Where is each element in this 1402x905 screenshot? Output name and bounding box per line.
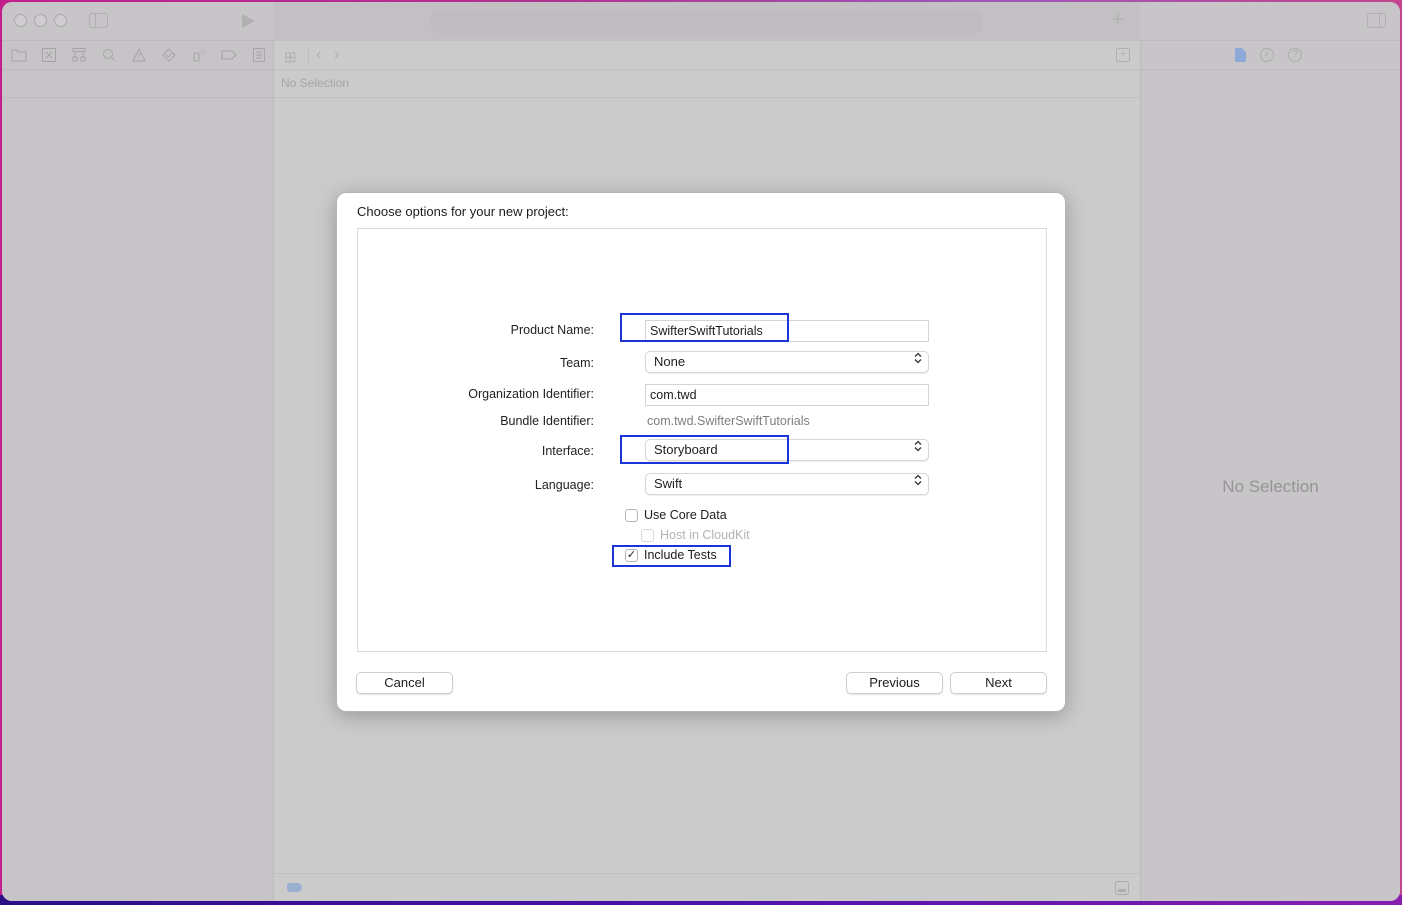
interface-value: Storyboard bbox=[654, 442, 718, 457]
breakpoint-tag-icon[interactable] bbox=[220, 46, 238, 64]
folder-icon[interactable] bbox=[10, 46, 28, 64]
library-plus-icon[interactable]: + bbox=[1112, 10, 1124, 30]
forward-chevron-icon[interactable]: › bbox=[334, 46, 339, 64]
team-value: None bbox=[654, 354, 686, 369]
interface-label: Interface: bbox=[541, 444, 594, 458]
back-chevron-icon[interactable]: ‹ bbox=[316, 46, 321, 64]
cancel-button[interactable]: Cancel bbox=[356, 672, 453, 694]
source-control-icon[interactable] bbox=[40, 46, 58, 64]
team-popup[interactable]: None bbox=[645, 351, 929, 373]
include-tests-option[interactable]: ✓ Include Tests bbox=[625, 548, 717, 562]
add-editor-icon[interactable]: + bbox=[1116, 48, 1130, 62]
navigator-header bbox=[2, 70, 273, 98]
navigator-pane bbox=[2, 41, 274, 901]
chevron-updown-icon bbox=[914, 440, 922, 460]
checkmark-icon: ✓ bbox=[626, 548, 637, 561]
language-label: Language: bbox=[534, 478, 594, 492]
include-tests-label: Include Tests bbox=[644, 548, 717, 562]
run-icon[interactable] bbox=[242, 14, 255, 28]
warning-icon[interactable] bbox=[130, 46, 148, 64]
toolbar: + bbox=[2, 2, 1400, 41]
include-tests-checkbox[interactable]: ✓ bbox=[625, 548, 638, 562]
activity-view bbox=[431, 11, 983, 33]
team-label: Team: bbox=[559, 356, 594, 370]
divider bbox=[308, 48, 309, 64]
chevron-updown-icon bbox=[914, 352, 922, 372]
search-icon[interactable] bbox=[100, 46, 118, 64]
interface-popup[interactable]: Storyboard bbox=[645, 439, 929, 461]
product-name-field[interactable]: SwifterSwiftTutorials bbox=[645, 320, 929, 342]
bundle-identifier-value: com.twd.SwifterSwiftTutorials bbox=[647, 414, 810, 428]
inspector-toggle-icon[interactable] bbox=[1367, 13, 1386, 28]
bundle-identifier-label: Bundle Identifier: bbox=[500, 414, 594, 428]
zoom-window-button[interactable] bbox=[54, 14, 67, 27]
use-core-data-option[interactable]: Use Core Data bbox=[625, 508, 727, 522]
debug-bar bbox=[274, 873, 1140, 901]
no-selection-label: No Selection bbox=[1222, 477, 1319, 496]
product-name-label: Product Name: bbox=[510, 323, 594, 337]
use-core-data-label: Use Core Data bbox=[644, 508, 727, 522]
options-panel: Product Name: SwifterSwiftTutorials Team… bbox=[357, 228, 1047, 652]
new-project-options-dialog: Choose options for your new project: Pro… bbox=[336, 192, 1066, 712]
breakpoints-toggle-icon[interactable] bbox=[287, 883, 302, 892]
navigator-selector-bar bbox=[2, 41, 273, 70]
navigator-toggle-icon[interactable] bbox=[89, 13, 108, 28]
language-value: Swift bbox=[654, 476, 683, 491]
chevron-updown-icon bbox=[914, 474, 922, 494]
debug-area-toggle-icon[interactable] bbox=[1115, 881, 1129, 895]
history-inspector-icon[interactable] bbox=[1260, 48, 1274, 62]
dialog-title: Choose options for your new project: bbox=[357, 204, 569, 219]
next-button[interactable]: Next bbox=[950, 672, 1047, 694]
file-inspector-icon[interactable] bbox=[1235, 48, 1246, 62]
report-list-icon[interactable] bbox=[250, 46, 268, 64]
org-identifier-label: Organization Identifier: bbox=[468, 387, 594, 401]
language-popup[interactable]: Swift bbox=[645, 473, 929, 495]
org-identifier-field[interactable]: com.twd bbox=[645, 384, 929, 406]
close-window-button[interactable] bbox=[14, 14, 27, 27]
test-diamond-icon[interactable] bbox=[160, 46, 178, 64]
host-in-cloudkit-checkbox bbox=[641, 528, 654, 542]
hierarchy-icon[interactable] bbox=[70, 46, 88, 64]
debug-spray-icon[interactable] bbox=[190, 46, 208, 64]
quick-help-icon[interactable]: ? bbox=[1288, 48, 1302, 62]
related-items-grid-icon[interactable]: ⊞ bbox=[284, 48, 297, 66]
previous-button[interactable]: Previous bbox=[846, 672, 943, 694]
inspector-selector-bar: ? bbox=[1141, 41, 1400, 70]
editor-path-bar: No Selection bbox=[274, 70, 1140, 98]
editor-jump-bar: ⊞ ‹ › + bbox=[274, 41, 1140, 70]
host-in-cloudkit-option: Host in CloudKit bbox=[641, 528, 750, 542]
inspector-pane: ? No Selection bbox=[1140, 41, 1400, 901]
minimize-window-button[interactable] bbox=[34, 14, 47, 27]
host-in-cloudkit-label: Host in CloudKit bbox=[660, 528, 750, 542]
use-core-data-checkbox[interactable] bbox=[625, 508, 638, 522]
